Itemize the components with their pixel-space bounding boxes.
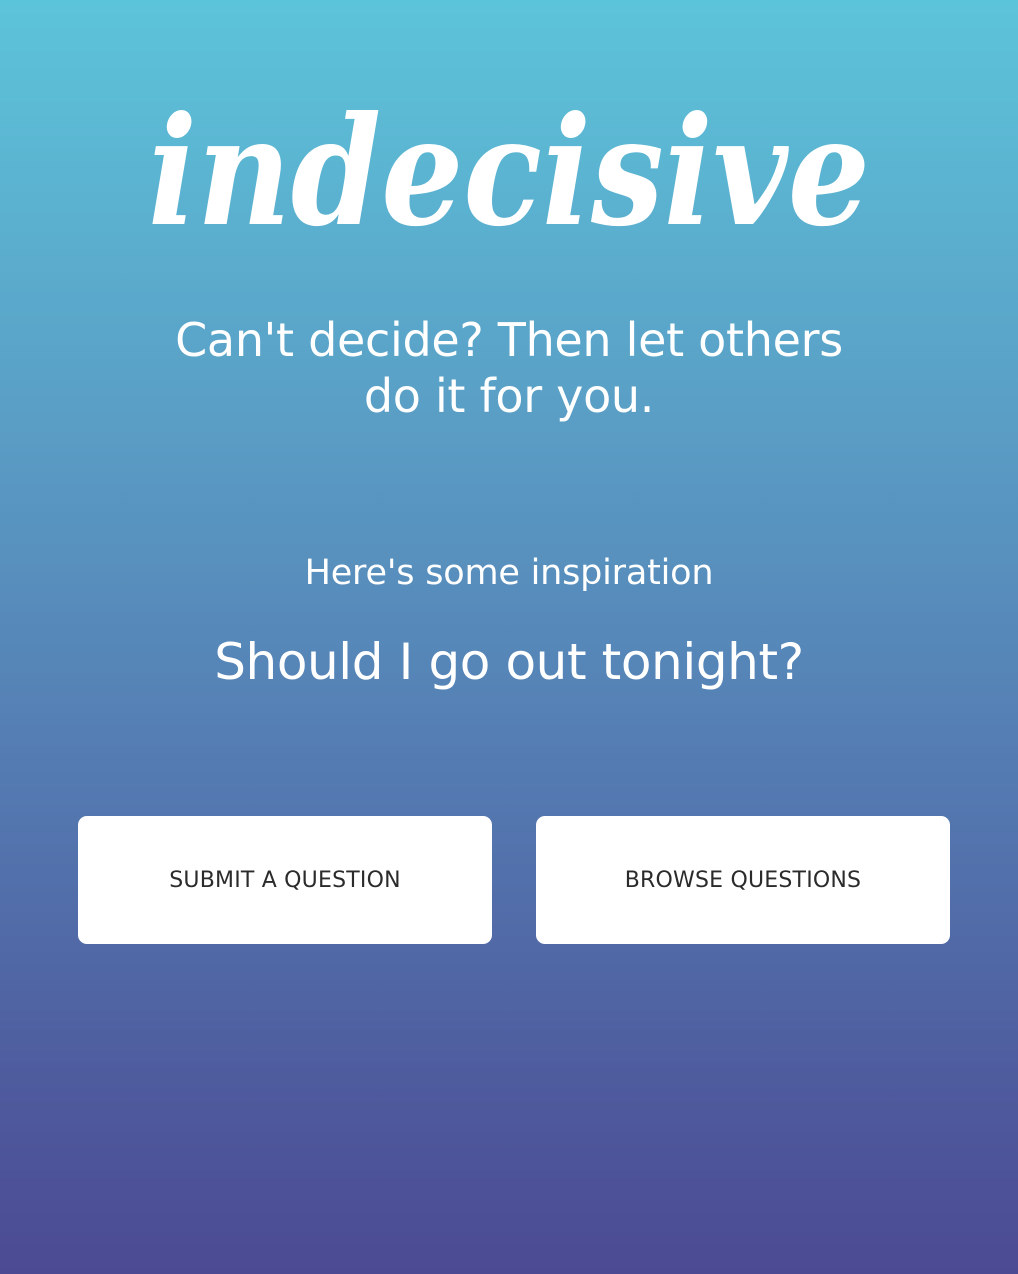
- browse-questions-button[interactable]: BROWSE QUESTIONS: [536, 816, 950, 944]
- logo-wordmark: indecisive: [148, 84, 870, 260]
- inspiration-question: Should I go out tonight?: [214, 633, 804, 691]
- browse-questions-label: BROWSE QUESTIONS: [624, 867, 862, 893]
- logo-text: indecisive: [148, 84, 870, 260]
- app-logo: indecisive: [0, 84, 1018, 260]
- submit-question-label: SUBMIT A QUESTION: [169, 867, 401, 893]
- tagline: Can't decide? Then let others do it for …: [175, 313, 843, 423]
- inspiration-label: Here's some inspiration: [304, 553, 714, 593]
- landing-page: indecisive Can't decide? Then let others…: [0, 0, 1018, 1274]
- submit-question-button[interactable]: SUBMIT A QUESTION: [78, 816, 492, 944]
